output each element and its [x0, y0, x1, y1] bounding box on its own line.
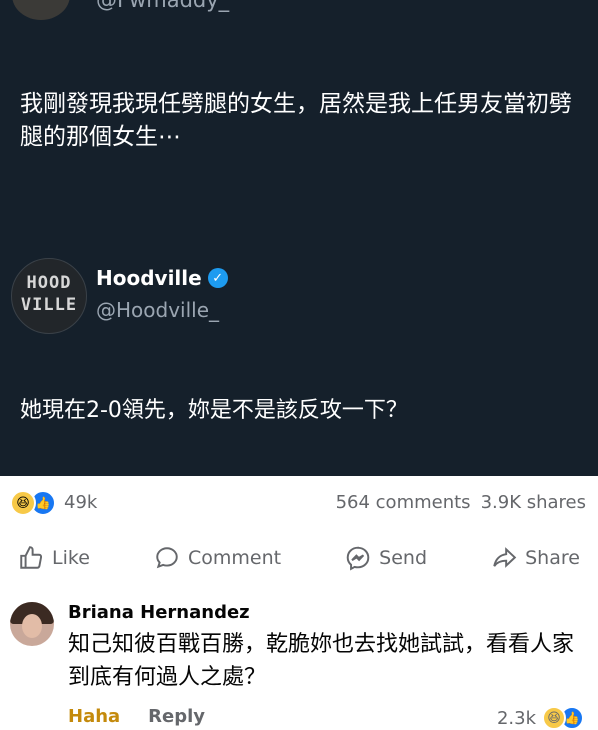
comment-button[interactable]: Comment — [154, 532, 281, 584]
verified-badge-icon: ✓ — [207, 268, 228, 288]
like-label: Like — [52, 547, 90, 569]
tweet-text: 我剛發現我現任劈腿的女生，居然是我上任男友當初劈腿的那個女生⋯ — [20, 91, 572, 150]
avatar-logo-line1: HOOD — [26, 273, 72, 293]
reply-link[interactable]: Reply — [148, 706, 205, 727]
comment-text: 知己知彼百戰百勝，乾脆妳也去找她試試，看看人家到底有何過人之處？ — [68, 632, 575, 690]
send-label: Send — [379, 547, 428, 569]
send-button[interactable]: Send — [345, 532, 427, 584]
messenger-icon — [346, 546, 370, 571]
share-button[interactable]: Share — [491, 532, 580, 584]
comment-label: Comment — [187, 547, 282, 569]
reply-handle: @Hoodville_ — [96, 298, 220, 322]
top-handle: @Fwmaddy_ — [96, 0, 230, 12]
comment-bubble-icon — [156, 547, 178, 569]
reply-author: Hoodville ✓ — [96, 266, 228, 290]
post-actions: Like Comment Send Share — [0, 532, 598, 584]
like-button[interactable]: Like — [18, 532, 90, 584]
share-label: Share — [525, 547, 580, 569]
reply-author-name: Hoodville — [96, 266, 202, 290]
comment-reaction-count[interactable]: 2.3k 😆 👍 — [497, 706, 584, 730]
reply-text: 她現在2-0領先，妳是不是該反攻一下？ — [20, 398, 408, 423]
hoodville-avatar: HOOD VILLE — [11, 258, 87, 334]
commenter-avatar[interactable] — [10, 602, 54, 646]
haha-emoji-icon: 😆 — [10, 490, 36, 516]
tweet-screenshot: @Fwmaddy_ 我剛發現我現任劈腿的女生，居然是我上任男友當初劈腿的那個女生… — [0, 0, 598, 476]
thumbs-up-icon — [20, 546, 43, 569]
reactions-bar: 😆 👍 49k 564 comments 3.9K shares — [0, 476, 598, 524]
avatar-logo-line2: VILLE — [20, 295, 78, 315]
comment-reaction-icons: 😆 👍 — [542, 706, 584, 730]
reaction-count[interactable]: 49k — [64, 492, 97, 513]
post-stats: 564 comments 3.9K shares — [336, 492, 586, 513]
top-avatar — [12, 0, 70, 20]
reaction-icons[interactable]: 😆 👍 — [10, 490, 56, 516]
share-arrow-icon — [493, 547, 517, 568]
comments-count[interactable]: 564 comments — [336, 492, 471, 513]
commenter-name[interactable]: Briana Hernandez — [68, 602, 250, 623]
comment-reaction-count-value: 2.3k — [496, 707, 536, 729]
shares-count[interactable]: 3.9K shares — [481, 492, 586, 513]
haha-reaction-link[interactable]: Haha — [68, 706, 120, 727]
comment-actions: Haha Reply — [68, 706, 205, 727]
haha-emoji-icon: 😆 — [542, 706, 566, 730]
